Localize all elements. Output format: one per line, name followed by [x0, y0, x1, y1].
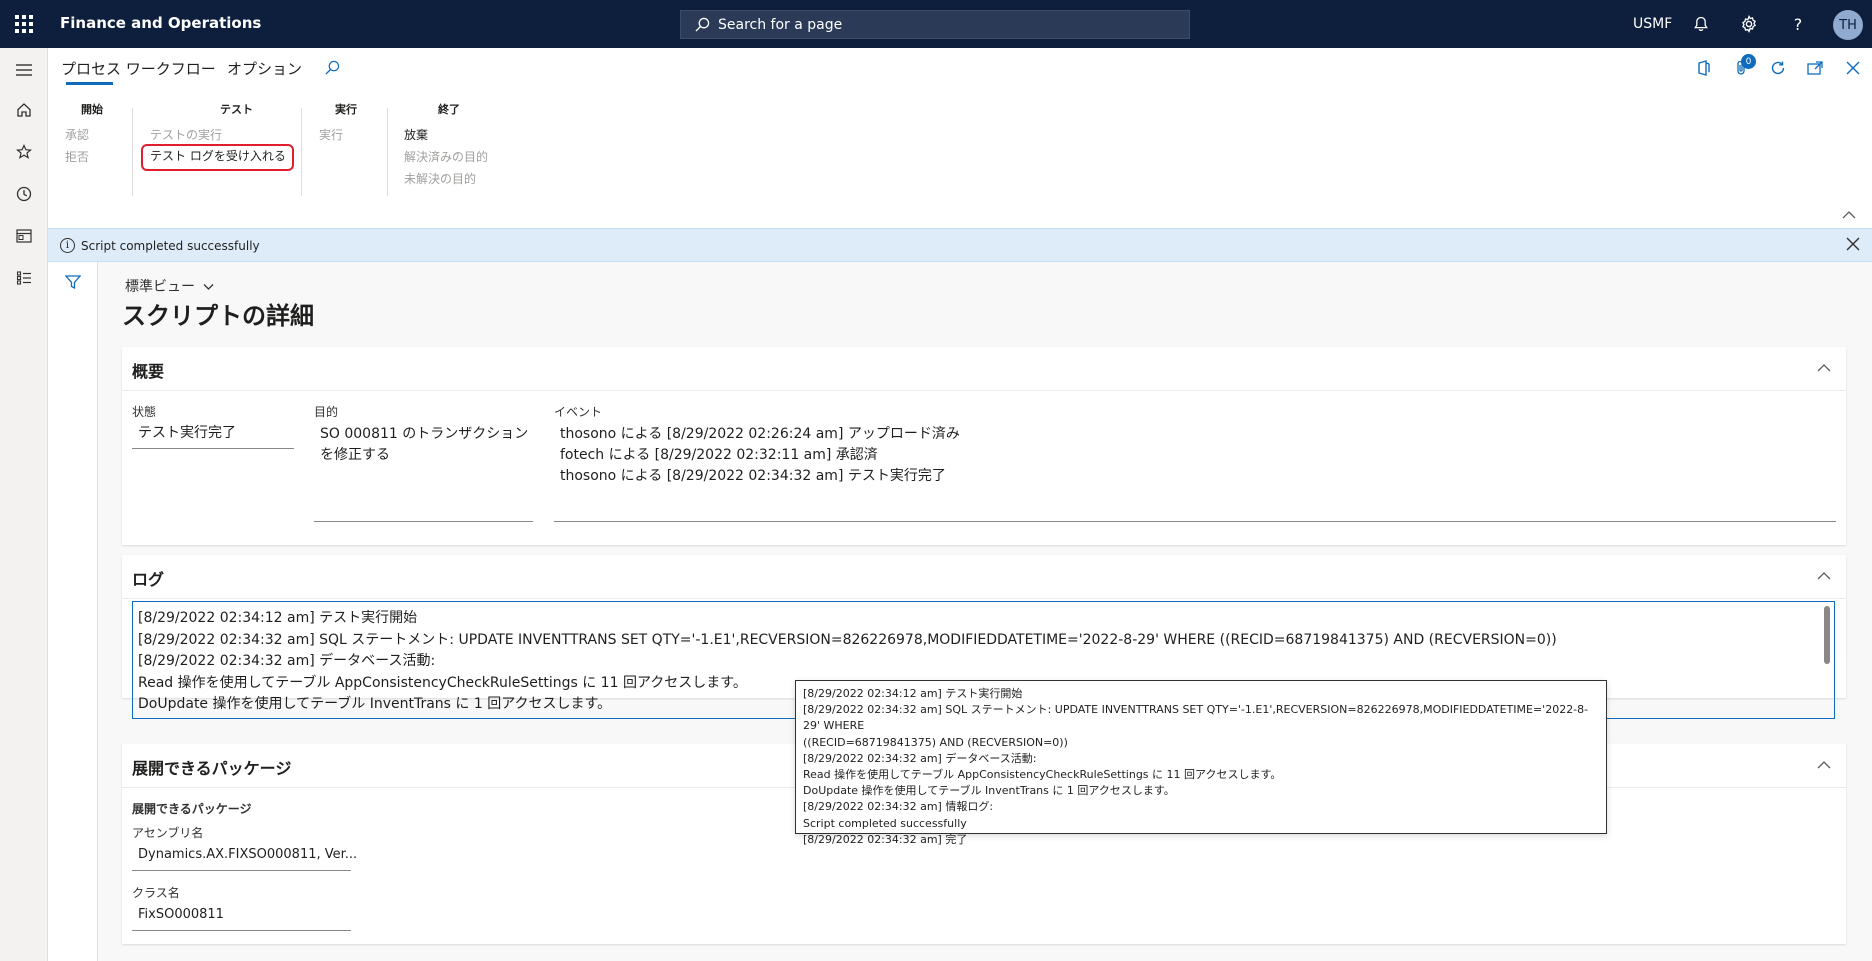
- app-launcher-icon[interactable]: [13, 13, 35, 35]
- tooltip-line: [8/29/2022 02:34:32 am] 完了: [803, 832, 968, 846]
- chevron-up-icon: [1817, 364, 1831, 372]
- abandon-button[interactable]: 放棄: [404, 126, 428, 143]
- event-item: thosono による [8/29/2022 02:26:24 am] アップロ…: [560, 426, 960, 442]
- message-bar: i Script completed successfully: [48, 228, 1872, 262]
- reject-button[interactable]: 拒否: [65, 148, 89, 165]
- group-separator: [301, 108, 302, 196]
- search-icon: [695, 17, 710, 32]
- content-area: 標準ビュー スクリプトの詳細 概要 状態 テスト実行完了 目的 SO 00081…: [98, 262, 1872, 961]
- tooltip-line: ((RECID=68719841375) AND (RECVERSION=0)): [803, 735, 1068, 749]
- group-separator: [132, 108, 133, 196]
- overview-header[interactable]: 概要: [122, 347, 1846, 391]
- group-title-run: 実行: [335, 103, 357, 116]
- star-icon[interactable]: [12, 140, 36, 164]
- left-navigation: [0, 48, 48, 961]
- company-selector[interactable]: USMF: [1633, 16, 1672, 32]
- purpose-label: 目的: [314, 405, 339, 419]
- app-title[interactable]: Finance and Operations: [60, 14, 261, 32]
- clock-icon[interactable]: [12, 182, 36, 206]
- assembly-name-field[interactable]: Dynamics.AX.FIXSO000811, Ver...: [138, 844, 357, 865]
- log-tooltip: [8/29/2022 02:34:12 am] テスト実行開始 [8/29/20…: [795, 680, 1607, 846]
- tooltip-line: [8/29/2022 02:34:32 am] 情報ログ:: [803, 800, 994, 814]
- tooltip-line: [8/29/2022 02:34:12 am] テスト実行開始: [803, 687, 1023, 700]
- modules-icon[interactable]: [12, 266, 36, 290]
- notification-badge: 0: [1741, 54, 1756, 69]
- workspace-icon[interactable]: [12, 224, 36, 248]
- tooltip-line: Read 操作を使用してテーブル AppConsistencyCheckRule…: [803, 768, 1282, 782]
- assembly-name-label: アセンブリ名: [132, 826, 204, 840]
- assembly-underline: [132, 870, 351, 871]
- group-separator: [387, 108, 388, 196]
- search-placeholder: Search for a page: [718, 16, 843, 33]
- message-close-icon[interactable]: [1846, 235, 1860, 256]
- filter-icon[interactable]: [64, 274, 82, 294]
- action-pane: プロセス ワークフロー オプション 0 開始 承認 拒否 テスト テストの実行 …: [48, 48, 1872, 228]
- top-bar: Finance and Operations Search for a page…: [0, 0, 1872, 48]
- chevron-up-icon: [1817, 572, 1831, 580]
- group-title-end: 終了: [438, 103, 460, 116]
- tooltip-line: Script completed successfully: [803, 816, 967, 830]
- overview-title: 概要: [132, 362, 165, 381]
- packages-title: 展開できるパッケージ: [132, 759, 292, 778]
- hamburger-icon[interactable]: [12, 58, 36, 82]
- active-tab-indicator: [66, 82, 113, 85]
- accept-test-log-highlight: [141, 144, 294, 171]
- view-name: 標準ビュー: [125, 279, 195, 295]
- view-selector[interactable]: 標準ビュー: [125, 276, 214, 296]
- bell-icon[interactable]: [1690, 13, 1712, 35]
- class-name-label: クラス名: [132, 886, 180, 900]
- log-line: [8/29/2022 02:34:32 am] データベース活動:: [138, 653, 436, 669]
- run-test-button[interactable]: テストの実行: [150, 126, 222, 143]
- run-button[interactable]: 実行: [319, 126, 343, 143]
- office-icon[interactable]: [1694, 58, 1714, 78]
- message-text: Script completed successfully: [81, 239, 260, 253]
- log-title: ログ: [132, 570, 165, 589]
- home-icon[interactable]: [12, 98, 36, 122]
- chevron-up-icon: [1817, 761, 1831, 769]
- tab-options[interactable]: オプション: [227, 58, 302, 79]
- status-label: 状態: [132, 405, 157, 419]
- event-item: fotech による [8/29/2022 02:32:11 am] 承認済: [560, 447, 878, 463]
- gear-icon[interactable]: [1738, 13, 1760, 35]
- class-underline: [132, 930, 351, 931]
- tooltip-line: DoUpdate 操作を使用してテーブル InventTrans に 1 回アク…: [803, 784, 1175, 798]
- collapse-ribbon-icon[interactable]: [1842, 208, 1856, 223]
- events-label: イベント: [554, 405, 603, 419]
- log-scrollbar[interactable]: [1824, 606, 1830, 664]
- overview-fasttab: 概要 状態 テスト実行完了 目的 SO 000811 のトランザクション を修正…: [122, 347, 1846, 545]
- resolved-purpose-button[interactable]: 解決済みの目的: [404, 148, 488, 165]
- events-underline: [554, 521, 1836, 522]
- purpose-line-1: SO 000811 のトランザクション: [320, 426, 529, 442]
- log-line: [8/29/2022 02:34:12 am] テスト実行開始: [138, 610, 418, 626]
- packages-group-label: 展開できるパッケージ: [132, 802, 252, 816]
- page-title: スクリプトの詳細: [122, 302, 314, 330]
- tab-process-workflow[interactable]: プロセス ワークフロー: [61, 58, 216, 79]
- search-input[interactable]: Search for a page: [680, 10, 1190, 39]
- approve-button[interactable]: 承認: [65, 126, 89, 143]
- unresolved-purpose-button[interactable]: 未解決の目的: [404, 170, 476, 187]
- refresh-icon[interactable]: [1768, 58, 1788, 78]
- log-fasttab: ログ [8/29/2022 02:34:12 am] テスト実行開始 [8/29…: [122, 555, 1846, 719]
- status-underline: [132, 448, 294, 449]
- log-header[interactable]: ログ: [122, 555, 1846, 599]
- group-title-test: テスト: [220, 103, 253, 116]
- tooltip-line: [8/29/2022 02:34:32 am] SQL ステートメント: UPD…: [803, 703, 1589, 733]
- avatar[interactable]: TH: [1833, 10, 1863, 40]
- event-item: thosono による [8/29/2022 02:34:32 am] テスト実…: [560, 468, 946, 484]
- purpose-underline: [314, 521, 533, 522]
- close-icon[interactable]: [1843, 58, 1863, 78]
- log-line: [8/29/2022 02:34:32 am] SQL ステートメント: UPD…: [138, 631, 1557, 648]
- action-search-icon[interactable]: [325, 60, 340, 79]
- filter-pane: [48, 262, 98, 961]
- open-new-window-icon[interactable]: [1805, 58, 1825, 78]
- class-name-field[interactable]: FixSO000811: [138, 904, 224, 925]
- tooltip-line: [8/29/2022 02:34:32 am] データベース活動:: [803, 751, 1037, 765]
- chevron-down-icon: [203, 284, 214, 290]
- help-icon[interactable]: ?: [1787, 13, 1809, 35]
- status-field[interactable]: テスト実行完了: [138, 423, 236, 444]
- purpose-line-2: を修正する: [320, 447, 390, 463]
- group-title-start: 開始: [81, 103, 103, 116]
- info-icon: i: [60, 238, 75, 253]
